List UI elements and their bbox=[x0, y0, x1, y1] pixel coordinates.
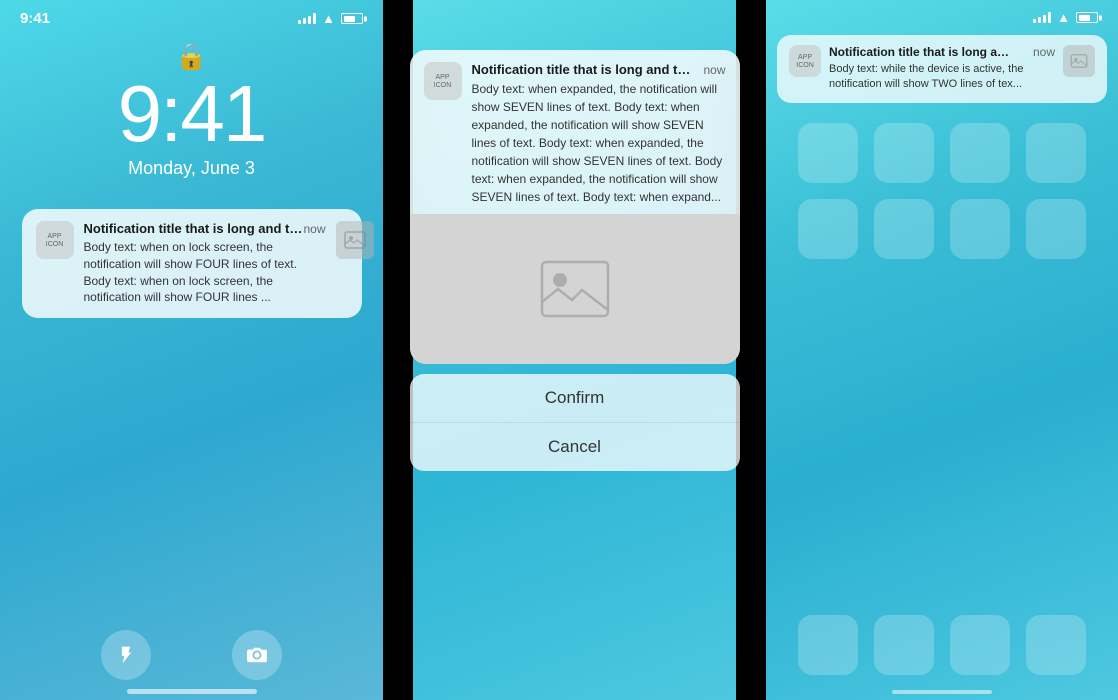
left-status-time: 9:41 bbox=[20, 10, 50, 27]
app-icon-2[interactable] bbox=[874, 123, 934, 183]
home-screen-panel: ▲ APP ICON Notification title that is lo… bbox=[766, 0, 1118, 700]
confirm-button[interactable]: Confirm bbox=[410, 374, 740, 423]
lock-date-display: Monday, June 3 bbox=[128, 158, 255, 179]
wifi-icon: ▲ bbox=[322, 11, 335, 26]
right-notif-image-thumb bbox=[1063, 45, 1095, 77]
expanded-notif-title: Notification title that is long and trun… bbox=[472, 62, 692, 77]
app-icon-3[interactable] bbox=[950, 123, 1010, 183]
right-signal-icon bbox=[1033, 12, 1051, 23]
lock-notif-content: Notification title that is long and trun… bbox=[84, 221, 326, 306]
left-status-icons: ▲ bbox=[298, 11, 363, 26]
expanded-notification-panel: APP ICON Notification title that is long… bbox=[383, 0, 766, 700]
right-notification[interactable]: APP ICON Notification title that is long… bbox=[777, 35, 1107, 103]
lock-time-display: 9:41 bbox=[118, 74, 266, 154]
lock-notif-header: Notification title that is long and trun… bbox=[84, 221, 326, 236]
middle-status-bar bbox=[383, 0, 766, 10]
dock-icon-2[interactable] bbox=[874, 615, 934, 675]
lock-notification[interactable]: APP ICON Notification title that is long… bbox=[22, 209, 362, 318]
lock-notif-time: now bbox=[304, 222, 326, 236]
app-icon-7[interactable] bbox=[950, 199, 1010, 259]
right-notif-body: Body text: while the device is active, t… bbox=[829, 62, 1055, 93]
app-icon-4[interactable] bbox=[1026, 123, 1086, 183]
lock-app-icon: APP ICON bbox=[36, 221, 74, 259]
lock-notif-title: Notification title that is long and trun… bbox=[84, 221, 304, 236]
lock-icon: 🔒 bbox=[175, 41, 207, 72]
right-dock bbox=[798, 615, 1086, 675]
lock-notif-body: Body text: when on lock screen, the noti… bbox=[84, 239, 326, 306]
right-battery-icon bbox=[1076, 12, 1098, 23]
right-status-bar: ▲ bbox=[766, 0, 1118, 29]
expanded-notif-top: APP ICON Notification title that is long… bbox=[410, 50, 740, 214]
lock-notif-image-thumb bbox=[336, 221, 374, 259]
right-home-indicator bbox=[892, 690, 992, 694]
right-app-icon: APP ICON bbox=[789, 45, 821, 77]
app-grid bbox=[798, 123, 1086, 259]
left-black-bar bbox=[383, 0, 413, 700]
right-wifi-icon: ▲ bbox=[1057, 10, 1070, 25]
flashlight-button[interactable] bbox=[101, 630, 151, 680]
dock-icon-3[interactable] bbox=[950, 615, 1010, 675]
expanded-notif-body: Body text: when expanded, the notificati… bbox=[472, 80, 726, 206]
right-notif-content: Notification title that is long and trun… bbox=[829, 45, 1055, 93]
battery-icon bbox=[341, 13, 363, 24]
left-home-indicator bbox=[127, 689, 257, 694]
app-icon-1[interactable] bbox=[798, 123, 858, 183]
dock-icon-4[interactable] bbox=[1026, 615, 1086, 675]
expanded-notification[interactable]: APP ICON Notification title that is long… bbox=[410, 50, 740, 364]
right-notif-time: now bbox=[1033, 45, 1055, 59]
expanded-image-area bbox=[410, 214, 740, 364]
app-icon-5[interactable] bbox=[798, 199, 858, 259]
dock-icon-1[interactable] bbox=[798, 615, 858, 675]
expanded-app-icon: APP ICON bbox=[424, 62, 462, 100]
right-black-bar bbox=[736, 0, 766, 700]
action-buttons-container: Confirm Cancel bbox=[410, 374, 740, 471]
right-notif-header: Notification title that is long and trun… bbox=[829, 45, 1055, 59]
camera-button[interactable] bbox=[232, 630, 282, 680]
app-icon-6[interactable] bbox=[874, 199, 934, 259]
app-icon-8[interactable] bbox=[1026, 199, 1086, 259]
expanded-notif-header: Notification title that is long and trun… bbox=[472, 62, 726, 77]
left-status-bar: 9:41 ▲ bbox=[0, 0, 383, 31]
lock-screen-panel: 9:41 ▲ 🔒 9:41 Monday, June 3 APP ICON No… bbox=[0, 0, 383, 700]
right-notif-title: Notification title that is long and trun… bbox=[829, 45, 1009, 59]
expanded-notif-content: Notification title that is long and trun… bbox=[472, 62, 726, 206]
right-status-icons: ▲ bbox=[1033, 10, 1098, 25]
left-bottom-bar bbox=[0, 630, 383, 680]
signal-icon bbox=[298, 13, 316, 24]
cancel-button[interactable]: Cancel bbox=[410, 423, 740, 471]
expanded-notif-time: now bbox=[703, 63, 725, 77]
